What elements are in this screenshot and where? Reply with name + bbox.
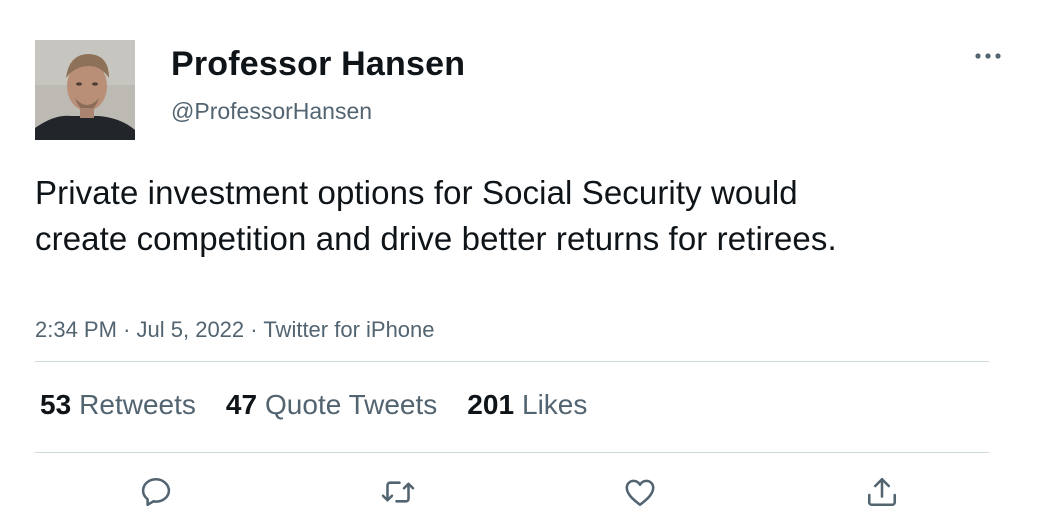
display-name[interactable]: Professor Hansen <box>171 44 465 84</box>
retweet-button[interactable] <box>378 474 418 514</box>
tweet-text: Private investment options for Social Se… <box>35 174 837 257</box>
meta-separator: · <box>250 317 264 342</box>
retweets-label: Retweets <box>79 389 196 420</box>
share-button[interactable] <box>862 474 902 514</box>
user-handle[interactable]: @ProfessorHansen <box>171 97 372 125</box>
likes-stat[interactable]: 201 Likes <box>467 388 587 422</box>
share-icon <box>867 477 897 507</box>
reply-icon <box>141 477 171 507</box>
avatar-photo <box>35 40 135 140</box>
like-icon <box>625 479 655 507</box>
tweet-meta: 2:34 PM · Jul 5, 2022 · Twitter for iPho… <box>35 316 435 344</box>
divider <box>35 452 989 453</box>
more-icon <box>975 53 1001 59</box>
tweet-time[interactable]: 2:34 PM <box>35 317 117 342</box>
avatar[interactable] <box>35 40 135 140</box>
quote-tweets-stat[interactable]: 47 Quote Tweets <box>226 388 437 422</box>
retweets-stat[interactable]: 53 Retweets <box>40 388 196 422</box>
retweets-count: 53 <box>40 389 72 420</box>
retweet-icon <box>381 481 415 503</box>
tweet-stats: 53 Retweets 47 Quote Tweets 201 Likes <box>40 388 617 422</box>
more-options-button[interactable] <box>972 44 1004 68</box>
tweet-source[interactable]: Twitter for iPhone <box>263 317 434 342</box>
reply-button[interactable] <box>136 474 176 514</box>
likes-label: Likes <box>522 389 588 420</box>
quote-tweets-count: 47 <box>225 389 258 420</box>
like-button[interactable] <box>620 474 660 514</box>
meta-separator: · <box>123 317 137 342</box>
quote-tweets-label: Quote Tweets <box>265 389 438 420</box>
tweet-date[interactable]: Jul 5, 2022 <box>137 317 245 342</box>
divider <box>35 361 989 362</box>
likes-count: 201 <box>467 389 515 420</box>
